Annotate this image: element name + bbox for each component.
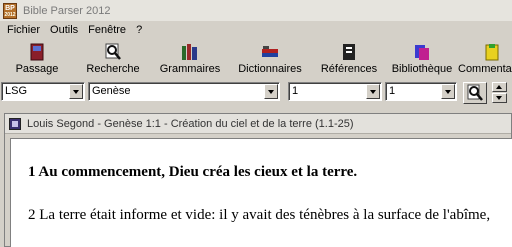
commentary-icon [485,44,499,61]
version-value: LSG [5,85,28,97]
passage-text-area[interactable]: 1 Au commencement, Dieu créa les cieux e… [10,138,512,247]
grammar-icon [182,44,197,60]
book-value: Genèse [92,85,131,97]
magnifier-icon [105,43,121,60]
verse-select[interactable]: 1 [385,82,457,101]
bp-app-icon[interactable]: BP 2012 [3,2,17,19]
verse-text: 2 La terre était informe et vide: il y a… [28,207,491,223]
go-search-button[interactable] [463,82,487,104]
title-bar: BP 2012 Bible Parser 2012 [0,0,512,21]
passage-button[interactable]: Passage [0,40,74,80]
window-title: Bible Parser 2012 [23,4,111,17]
chevron-down-icon[interactable] [441,84,455,99]
spin-up-button[interactable] [492,82,507,92]
menu-help[interactable]: ? [131,24,147,36]
menu-outils[interactable]: Outils [45,24,83,36]
commentaire-button[interactable]: Commentaire [458,40,512,80]
spin-down-button[interactable] [492,93,507,103]
book-select[interactable]: Genèse [88,82,280,101]
bible-window-icon[interactable] [9,117,21,130]
menu-bar: Fichier Outils Fenêtre ? [0,21,512,39]
references-button[interactable]: Références [312,40,386,80]
dictionary-icon [262,46,278,57]
chevron-down-icon[interactable] [264,84,278,99]
recherche-button[interactable]: Recherche [74,40,152,80]
library-icon [415,45,429,60]
book-icon [30,43,44,61]
chevron-down-icon[interactable] [69,84,83,99]
grammaires-button[interactable]: Grammaires [152,40,228,80]
dictionnaires-button[interactable]: Dictionnaires [228,40,312,80]
passage-window: Louis Segond - Genèse 1:1 - Création du … [4,113,512,247]
references-icon [343,44,355,60]
verse-text: 1 Au commencement, Dieu créa les cieux e… [28,164,358,180]
chevron-down-icon[interactable] [366,84,380,99]
chapter-value: 1 [292,85,299,97]
passage-window-titlebar[interactable]: Louis Segond - Genèse 1:1 - Création du … [5,114,511,134]
menu-fichier[interactable]: Fichier [2,24,45,36]
passage-selector-row: LSG Genèse 1 1 [0,82,512,104]
chapter-select[interactable]: 1 [288,82,382,101]
passage-window-title: Louis Segond - Genèse 1:1 - Création du … [27,117,354,130]
verse-value: 1 [389,85,396,97]
version-select[interactable]: LSG [1,82,85,101]
menu-fenetre[interactable]: Fenêtre [83,24,131,36]
bibliotheque-button[interactable]: Bibliothèque [386,40,458,80]
toolbar: Passage Recherche Grammaires Dictionnair… [0,40,512,80]
magnifier-icon [467,84,483,101]
